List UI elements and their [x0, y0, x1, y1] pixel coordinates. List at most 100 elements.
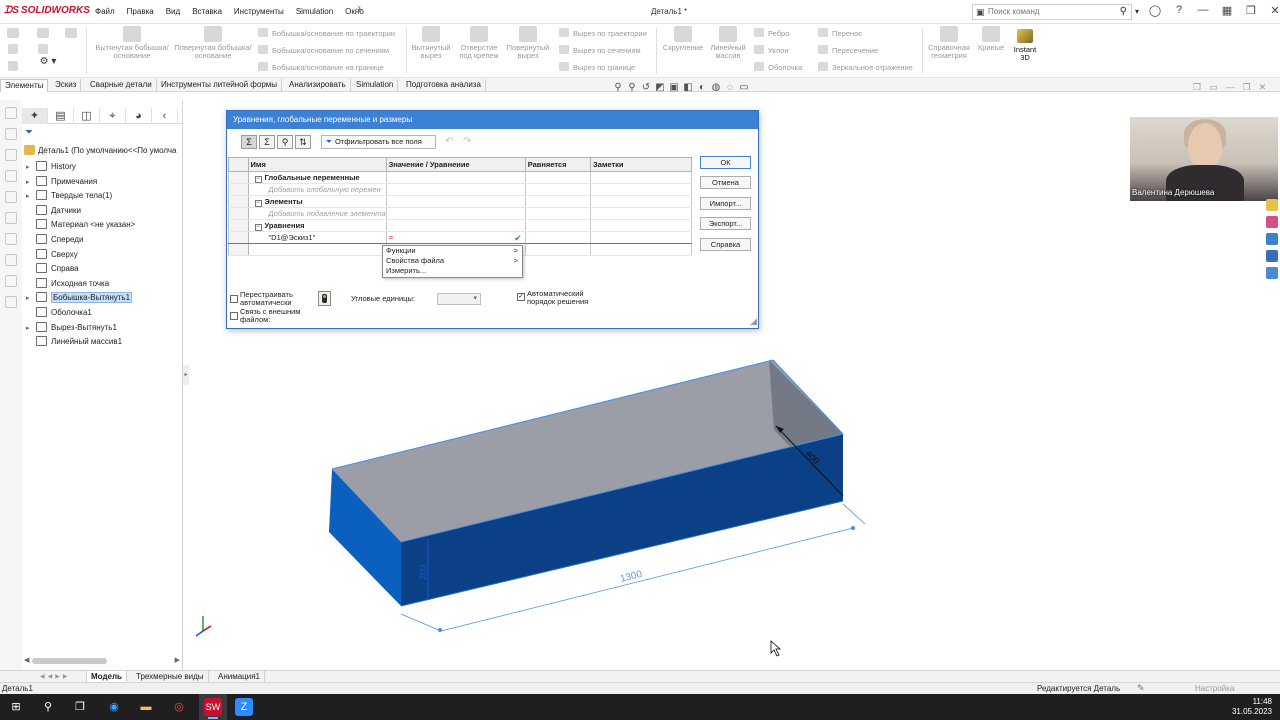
dim-height[interactable]: 200 [418, 565, 428, 580]
status-configuration[interactable]: Настройка [1195, 683, 1234, 694]
home-icon[interactable] [4, 26, 22, 40]
lofted-cut-button[interactable]: Вырез по сечениям [559, 45, 641, 55]
viewport-minimize-icon[interactable]: — [1226, 82, 1235, 93]
tool-icon[interactable] [5, 212, 17, 224]
dimxpert-tab-icon[interactable]: ⌖ [100, 108, 126, 124]
minimize-icon[interactable]: — [1191, 4, 1215, 17]
section-view-icon[interactable]: ◩ [654, 82, 666, 93]
zoom-icon[interactable]: Z [235, 698, 253, 716]
menu-item-measure[interactable]: Измерить... [383, 266, 522, 276]
link-external-checkbox[interactable] [230, 312, 238, 320]
shell-button[interactable]: Оболочка [754, 62, 802, 72]
scroll-left-icon[interactable]: ◀ [24, 656, 29, 664]
file-explorer-icon[interactable] [1266, 233, 1278, 245]
scroll-thumb[interactable] [32, 658, 107, 664]
design-library-icon[interactable] [1266, 199, 1278, 211]
menu-tools[interactable]: Инструменты [234, 7, 284, 16]
linear-pattern-button[interactable]: Линейный массив [706, 24, 750, 60]
filter-all-fields-button[interactable]: ⏷ Отфильтровать все поля [321, 135, 436, 149]
accept-check-icon[interactable]: ✔ [514, 233, 522, 243]
tab-navigation-icon[interactable]: ◀◀▶▶ [40, 673, 80, 681]
resize-grip-icon[interactable]: ◢ [750, 316, 757, 327]
viewport-tile-icon[interactable]: ❐ [1193, 82, 1201, 93]
expand-arrow-icon[interactable]: ▸ [26, 161, 36, 174]
feature-tree-scrollbar[interactable]: ◀ ▶ [22, 656, 182, 666]
menu-item-functions[interactable]: Функции > [383, 246, 522, 256]
boundary-boss-button[interactable]: Бобышка/основание на границе [258, 62, 384, 72]
expand-arrow-icon[interactable]: ▸ [26, 190, 36, 203]
tool-icon[interactable] [5, 233, 17, 245]
user-icon[interactable]: ◯ [1143, 4, 1167, 17]
previous-view-icon[interactable]: ↺ [640, 82, 652, 93]
tree-item[interactable]: Датчики [26, 204, 81, 217]
tree-root[interactable]: Деталь1 (По умолчанию<<По умолча [24, 145, 176, 155]
expand-arrow-icon[interactable]: ▸ [26, 322, 36, 335]
menu-insert[interactable]: Вставка [192, 7, 222, 16]
appearances-icon[interactable] [1266, 216, 1278, 228]
tree-item[interactable]: ▸ Бобышка-Вытянуть1 [26, 291, 133, 304]
edge-icon[interactable]: ◉ [105, 698, 123, 716]
solidworks-taskbar-icon[interactable]: SW [204, 698, 222, 716]
collapse-icon[interactable]: − [254, 223, 262, 231]
swept-boss-button[interactable]: Бобышка/основание по траектории [258, 28, 395, 38]
pin-icon[interactable]: ✈ [355, 5, 363, 16]
hide-show-icon[interactable]: ◐ [696, 82, 708, 93]
cancel-button[interactable]: Отмена [700, 176, 751, 189]
angular-units-select[interactable]: ▾ [437, 293, 481, 305]
open-icon[interactable] [34, 42, 52, 56]
tool-icon[interactable] [5, 296, 17, 308]
column-header-value[interactable]: Значение / Уравнение [385, 157, 526, 172]
menu-edit[interactable]: Правка [127, 7, 154, 16]
equation-value-cell[interactable]: = ✔ [385, 231, 526, 244]
select-icon[interactable] [4, 59, 22, 73]
tab-features[interactable]: Элементы [0, 79, 49, 92]
tree-item[interactable]: ▸ Примечания [26, 175, 97, 188]
collapse-icon[interactable]: − [254, 175, 262, 183]
tree-item[interactable]: Спереди [26, 233, 83, 246]
tab-evaluate[interactable]: Анализировать [285, 79, 351, 92]
tree-item[interactable]: ▸ Твердые тела(1) [26, 189, 112, 202]
display-style-icon[interactable]: ◧ [682, 82, 694, 93]
add-global-variable-cell[interactable]: Добавить глобальную перемен [247, 183, 387, 196]
new-icon[interactable] [4, 42, 22, 56]
tree-item[interactable]: Сверху [26, 248, 78, 261]
dimension-view-icon[interactable]: ⚲ [277, 135, 293, 149]
tree-item[interactable]: Исходная точка [26, 277, 109, 290]
tool-icon[interactable] [5, 170, 17, 182]
tree-item[interactable]: ▸ History [26, 160, 76, 173]
column-header-comments[interactable]: Заметки [589, 157, 693, 172]
export-button[interactable]: Экспорт... [700, 217, 751, 230]
menu-view[interactable]: Вид [166, 7, 180, 16]
help-icon[interactable]: ? [1167, 4, 1191, 17]
scroll-right-icon[interactable]: ▶ [175, 656, 180, 664]
taskbar-search-icon[interactable]: ⚲ [39, 698, 57, 716]
auto-solve-checkbox[interactable]: ✓ [517, 293, 525, 301]
undo-icon[interactable]: ↶ [445, 136, 453, 147]
tile-icon[interactable]: ▦ [1215, 4, 1239, 17]
tree-item[interactable]: Линейный массив1 [26, 335, 122, 348]
undo-icon[interactable] [62, 26, 80, 40]
tab-weldments[interactable]: Сварные детали [86, 79, 157, 92]
tab-model[interactable]: Модель [86, 671, 127, 682]
view-orientation-icon[interactable]: ▣ [668, 82, 680, 93]
close-icon[interactable]: ✕ [1263, 4, 1280, 17]
tab-3d-views[interactable]: Трехмерные виды [132, 671, 209, 682]
intersect-button[interactable]: Пересечение [818, 45, 878, 55]
sketch-equation-view-icon[interactable]: Σ [259, 135, 275, 149]
save-icon[interactable] [34, 26, 52, 40]
viewport-close-icon[interactable]: ✕ [1259, 82, 1267, 93]
redo-icon[interactable]: ↷ [463, 136, 471, 147]
rib-button[interactable]: Ребро [754, 28, 789, 38]
viewport-restore-icon[interactable]: ▭ [1209, 82, 1218, 93]
fillet-button[interactable]: Скругление [660, 24, 706, 52]
menu-simulation[interactable]: Simulation [296, 7, 333, 16]
tree-item[interactable]: ▸ Вырез-Вытянуть1 [26, 321, 117, 334]
chrome-icon[interactable]: ◎ [170, 698, 188, 716]
ordered-view-icon[interactable]: ⇅ [295, 135, 311, 149]
tool-icon[interactable] [5, 107, 17, 119]
group-equations[interactable]: − Уравнения [247, 219, 387, 232]
tree-item[interactable]: Материал <не указан> [26, 218, 135, 231]
mirror-button[interactable]: Зеркальное отражение [818, 62, 913, 72]
extruded-boss-button[interactable]: Вытянутая бобышка/основание [92, 24, 172, 60]
tab-sketch[interactable]: Эскиз [51, 79, 82, 92]
